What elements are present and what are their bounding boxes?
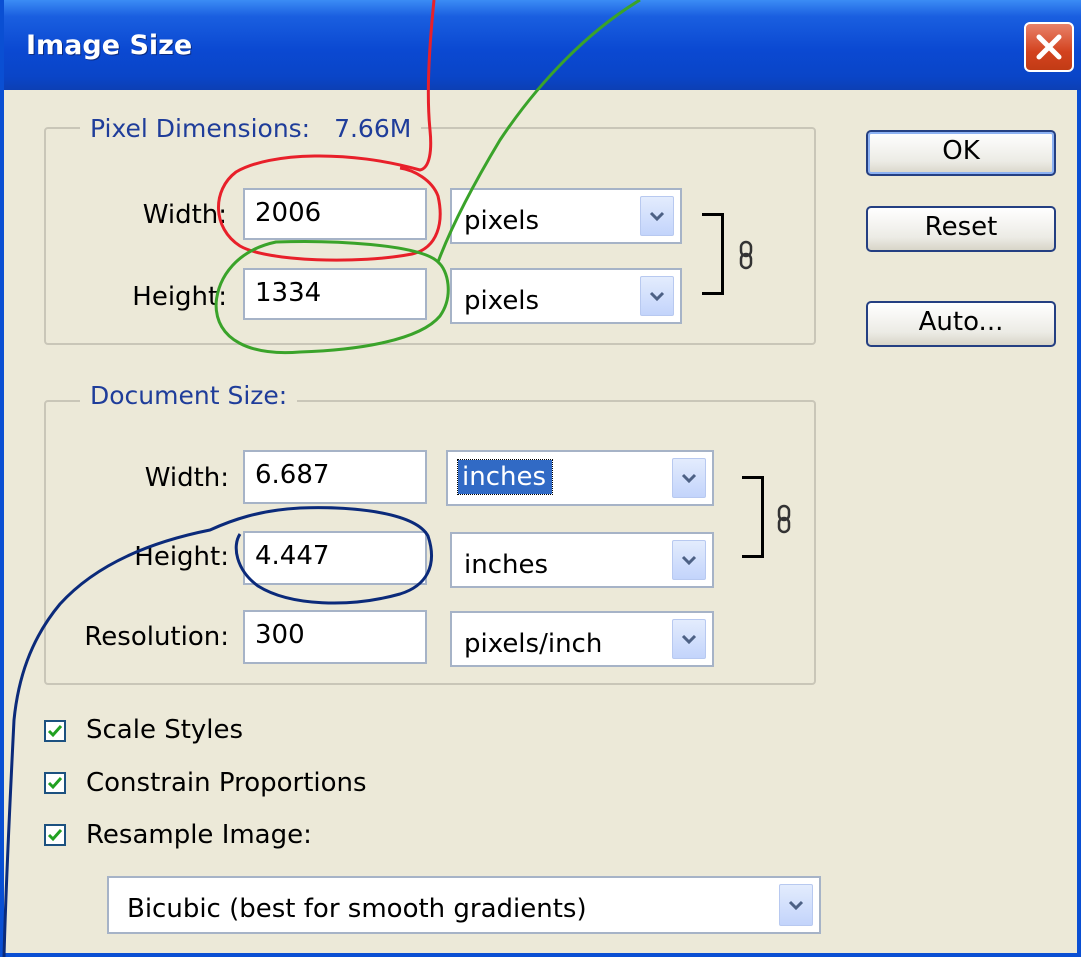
constrain-proportions-checkbox[interactable]: [44, 772, 66, 794]
dropdown-button[interactable]: [672, 619, 706, 659]
resample-method-select[interactable]: Bicubic (best for smooth gradients): [107, 876, 821, 934]
chevron-down-icon: [681, 555, 697, 565]
checkmark-icon: [47, 777, 63, 790]
pixel-height-input[interactable]: 1334: [243, 268, 427, 320]
resample-image-checkbox[interactable]: [44, 824, 66, 846]
doc-width-unit-value: inches: [456, 459, 554, 495]
chain-link-icon: [739, 240, 753, 270]
resolution-unit-value: pixels/inch: [464, 629, 603, 659]
auto-button[interactable]: Auto...: [866, 301, 1056, 347]
doc-height-input[interactable]: 4.447: [243, 531, 427, 585]
doc-height-unit-select[interactable]: inches: [450, 532, 714, 588]
resolution-input[interactable]: 300: [243, 610, 427, 664]
scale-styles-label: Scale Styles: [86, 715, 244, 745]
checkmark-icon: [47, 725, 63, 738]
close-x-icon: [1036, 34, 1062, 60]
chevron-down-icon: [681, 473, 697, 483]
dropdown-button[interactable]: [640, 196, 674, 236]
close-button[interactable]: [1024, 22, 1074, 72]
pixel-width-label: Width:: [142, 200, 227, 230]
dropdown-button[interactable]: [640, 276, 674, 316]
pixel-dimensions-legend: Pixel Dimensions: 7.66M: [80, 114, 422, 143]
pixel-width-input[interactable]: 2006: [243, 188, 427, 240]
pixel-height-label: Height:: [132, 282, 227, 312]
pixel-height-unit-value: pixels: [464, 286, 540, 316]
doc-width-label: Width:: [144, 463, 229, 493]
constrain-proportions-label: Constrain Proportions: [86, 768, 367, 798]
pixel-dimensions-size: 7.66M: [334, 114, 412, 143]
chevron-down-icon: [649, 211, 665, 221]
resample-image-label: Resample Image:: [86, 820, 312, 850]
doc-height-unit-value: inches: [464, 550, 549, 580]
dropdown-button[interactable]: [672, 458, 706, 498]
document-link-bracket: [742, 476, 764, 558]
pixel-width-unit-value: pixels: [464, 206, 540, 236]
doc-height-label: Height:: [134, 542, 229, 572]
reset-button[interactable]: Reset: [866, 206, 1056, 252]
resolution-unit-select[interactable]: pixels/inch: [450, 611, 714, 667]
pixel-link-bracket: [702, 213, 724, 295]
dialog-title: Image Size: [26, 30, 193, 61]
resample-method-value: Bicubic (best for smooth gradients): [127, 894, 587, 924]
image-size-dialog: Image Size Pixel Dimensions: 7.66M Width…: [0, 0, 1081, 957]
dropdown-button[interactable]: [779, 884, 813, 926]
dropdown-button[interactable]: [672, 540, 706, 580]
pixel-height-unit-select[interactable]: pixels: [450, 268, 682, 324]
document-size-legend: Document Size:: [80, 381, 298, 410]
doc-width-input[interactable]: 6.687: [243, 450, 427, 504]
chevron-down-icon: [681, 634, 697, 644]
checkmark-icon: [47, 829, 63, 842]
scale-styles-checkbox[interactable]: [44, 720, 66, 742]
title-bar[interactable]: Image Size: [4, 0, 1081, 90]
pixel-width-unit-select[interactable]: pixels: [450, 188, 682, 244]
chevron-down-icon: [649, 291, 665, 301]
chain-link-icon: [777, 504, 791, 534]
ok-button[interactable]: OK: [866, 130, 1056, 176]
doc-width-unit-select[interactable]: inches: [446, 450, 714, 506]
pixel-dimensions-label: Pixel Dimensions:: [90, 114, 311, 143]
chevron-down-icon: [788, 900, 804, 910]
pixel-dimensions-group: [44, 127, 816, 345]
resolution-label: Resolution:: [84, 622, 229, 652]
